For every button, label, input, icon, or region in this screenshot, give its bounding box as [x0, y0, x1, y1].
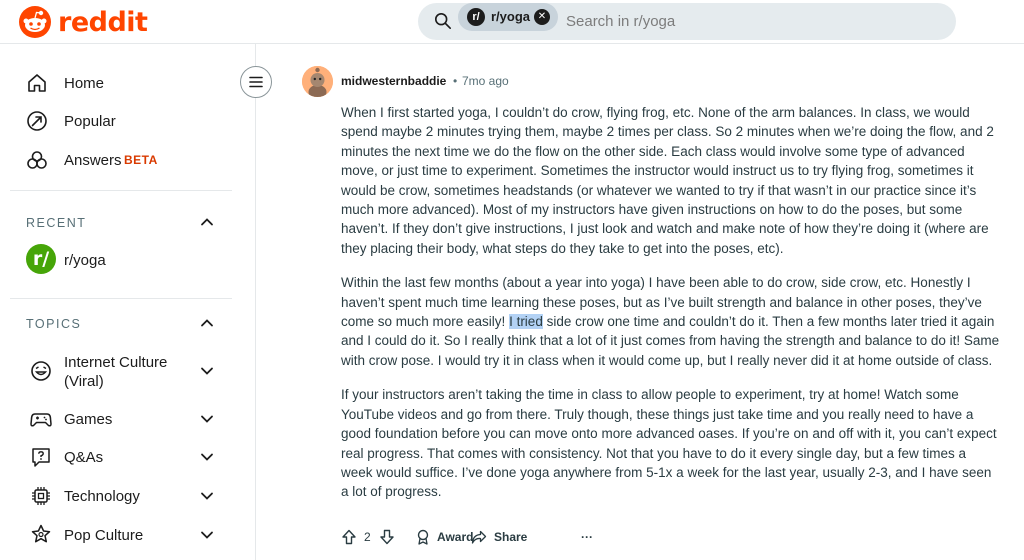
comment-timestamp[interactable]: 7mo ago: [462, 74, 509, 88]
upvote-button[interactable]: [341, 526, 357, 548]
chip-close-icon[interactable]: ✕: [534, 9, 550, 25]
downvote-icon: [380, 529, 394, 545]
award-button[interactable]: Award: [415, 526, 473, 548]
vote-count: 2: [364, 530, 371, 544]
collapse-sidebar-button[interactable]: [240, 66, 272, 98]
topic-games[interactable]: Games: [64, 410, 112, 429]
reddit-logo[interactable]: reddit: [18, 3, 148, 41]
chevron-up-icon[interactable]: [199, 214, 215, 230]
search-icon: [434, 12, 452, 30]
chevron-up-icon[interactable]: [199, 315, 215, 331]
subreddit-avatar[interactable]: r/: [26, 244, 56, 274]
recent-heading: RECENT: [26, 216, 87, 230]
qa-icon: [32, 448, 50, 467]
snoo-avatar-icon: [302, 66, 333, 97]
menu-icon: [249, 76, 263, 88]
award-label: Award: [437, 530, 474, 544]
popular-icon: [27, 111, 47, 131]
beta-badge: BETA: [124, 153, 158, 167]
top-header: reddit r/ r/yoga ✕ Search in r/yoga: [0, 0, 1024, 44]
sidebar-divider: [10, 298, 232, 299]
meta-separator: •: [453, 74, 458, 88]
search-bar[interactable]: r/ r/yoga ✕ Search in r/yoga: [418, 3, 956, 40]
recent-item-yoga[interactable]: r/yoga: [64, 252, 106, 269]
gamepad-icon: [30, 413, 52, 427]
topic-technology[interactable]: Technology: [64, 487, 140, 506]
topic-qas[interactable]: Q&As: [64, 448, 103, 467]
smile-icon: [31, 361, 51, 381]
chevron-down-icon[interactable]: [199, 488, 215, 504]
subreddit-filter-chip[interactable]: r/ r/yoga ✕: [458, 3, 558, 31]
sidebar-divider: [10, 190, 232, 191]
sidebar-item-home[interactable]: Home: [26, 68, 236, 98]
reddit-wordmark: reddit: [58, 6, 148, 38]
search-input[interactable]: Search in r/yoga: [566, 13, 675, 30]
comment-paragraph: When I first started yoga, I couldn’t do…: [341, 105, 994, 256]
topic-pop-culture[interactable]: Pop Culture: [64, 526, 143, 545]
sidebar-item-label: Home: [64, 74, 105, 92]
award-icon: [417, 529, 429, 545]
chevron-down-icon[interactable]: [199, 449, 215, 465]
comment-paragraph: Within the last few months (about a year…: [341, 273, 1001, 370]
selected-text: I tried: [509, 314, 543, 330]
comment-action-bar: 2 Award Share ···: [341, 526, 641, 548]
chevron-down-icon[interactable]: [199, 411, 215, 427]
answers-icon: [27, 151, 47, 169]
downvote-button[interactable]: [379, 526, 395, 548]
topic-internet-culture[interactable]: Internet Culture (Viral): [64, 353, 194, 391]
comment-body: When I first started yoga, I couldn’t do…: [341, 103, 1001, 517]
avatar[interactable]: [302, 66, 333, 97]
comment-paragraph: If your instructors aren’t taking the ti…: [341, 387, 997, 500]
more-icon: ···: [581, 530, 593, 544]
more-options-button[interactable]: ···: [581, 526, 593, 548]
left-sidebar: Home Popular Answers BETA RECENT r/ r/yo…: [0, 44, 256, 560]
chevron-down-icon[interactable]: [199, 527, 215, 543]
chip-icon: [32, 487, 50, 505]
share-label: Share: [494, 530, 528, 544]
sidebar-item-label: Popular: [64, 112, 116, 130]
reddit-snoo-icon: [19, 6, 51, 38]
chevron-down-icon[interactable]: [199, 363, 215, 379]
subreddit-chip-avatar: r/: [467, 8, 485, 26]
home-icon: [28, 74, 46, 92]
subreddit-chip-label: r/yoga: [491, 9, 531, 24]
topics-heading: TOPICS: [26, 317, 82, 331]
sidebar-item-answers[interactable]: Answers BETA: [26, 145, 236, 175]
upvote-icon: [342, 529, 356, 545]
share-icon: [471, 530, 487, 544]
sidebar-item-popular[interactable]: Popular: [26, 106, 236, 136]
sidebar-item-label: Answers: [64, 151, 122, 169]
star-icon: [31, 524, 51, 543]
comment-author[interactable]: midwesternbaddie: [341, 74, 446, 88]
share-button[interactable]: Share: [471, 526, 527, 548]
